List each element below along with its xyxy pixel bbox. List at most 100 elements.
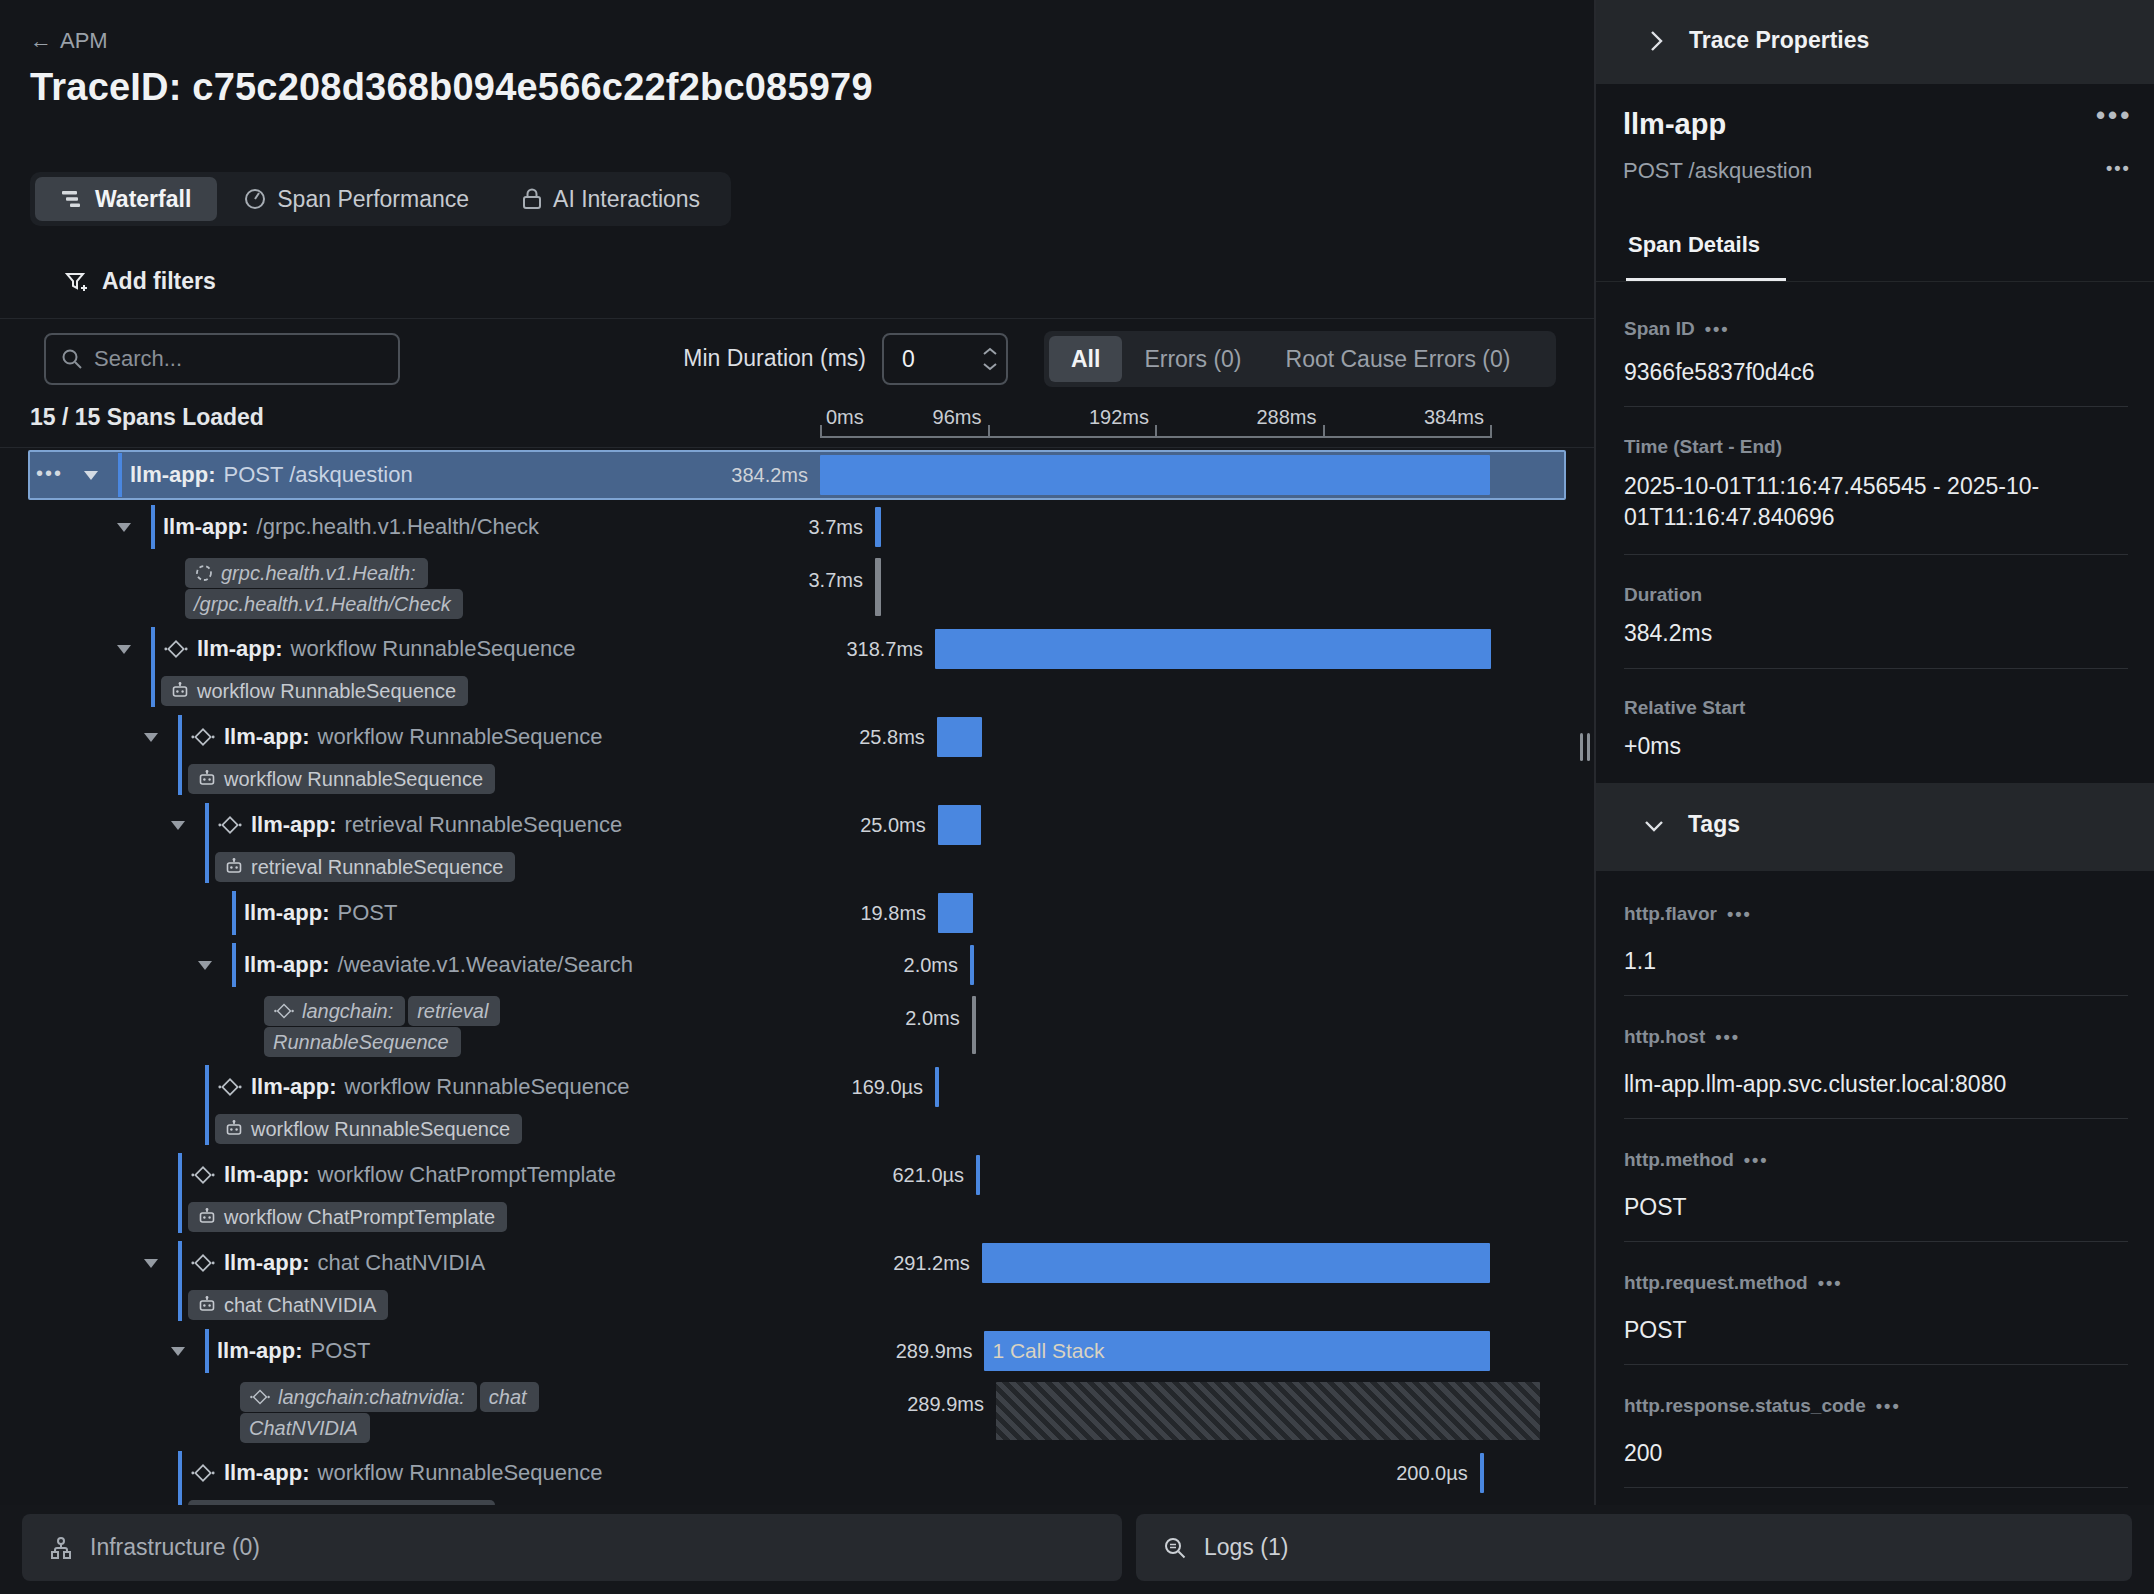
stepper[interactable] — [982, 347, 998, 371]
stepper-down-icon — [982, 362, 998, 371]
chip-label: langchain: — [302, 1000, 393, 1023]
span-bar[interactable] — [820, 455, 1490, 495]
operation-chip[interactable]: workflow RunnableSequence — [188, 764, 495, 794]
chip-label: ChatNVIDIA — [249, 1417, 358, 1440]
tab-waterfall[interactable]: Waterfall — [35, 177, 217, 221]
service-menu-icon[interactable]: ••• — [2096, 100, 2132, 131]
span-service: llm-app: — [224, 1162, 310, 1188]
chevron-down-icon[interactable] — [144, 1259, 158, 1268]
tag-menu-icon[interactable]: ••• — [1715, 1027, 1740, 1048]
span-bar[interactable] — [970, 945, 974, 985]
span-bar[interactable] — [972, 996, 976, 1054]
span-row-resource[interactable]: langchain:chatnvidia:chatChatNVIDIA289.9… — [0, 1378, 1594, 1447]
tag-menu-icon[interactable]: ••• — [1744, 1150, 1769, 1171]
tag-menu-icon[interactable]: ••• — [1876, 1396, 1901, 1417]
panel-resize-handle[interactable] — [1580, 733, 1590, 761]
span-bar[interactable] — [937, 717, 982, 757]
filter-root-cause-errors-0-[interactable]: Root Cause Errors (0) — [1264, 336, 1533, 382]
resource-chip[interactable]: RunnableSequence — [264, 1027, 461, 1057]
divider — [0, 447, 1594, 448]
chip-label: chat — [489, 1386, 527, 1409]
filter-errors-0-[interactable]: Errors (0) — [1122, 336, 1263, 382]
operation-chip[interactable]: workflow RunnableSequence — [161, 676, 468, 706]
collapse-panel-icon[interactable] — [1643, 28, 1669, 54]
back-link[interactable]: ← APM — [30, 28, 108, 54]
tab-span-performance[interactable]: Span Performance — [217, 177, 495, 221]
span-bar[interactable] — [935, 629, 1491, 669]
span-duration: 289.9ms — [896, 1326, 973, 1376]
span-bar[interactable] — [982, 1243, 1490, 1283]
span-row[interactable]: llm-app:workflow RunnableSequence318.7ms… — [0, 624, 1594, 711]
robot-icon — [224, 857, 244, 877]
divider — [1624, 668, 2128, 669]
chevron-down-icon[interactable] — [171, 821, 185, 830]
span-bar[interactable] — [1480, 1453, 1484, 1493]
tag-menu-icon[interactable]: ••• — [1727, 904, 1752, 925]
span-bar[interactable]: 1 Call Stack — [984, 1331, 1490, 1371]
add-filters-button[interactable]: Add filters — [64, 268, 216, 295]
span-row-resource[interactable]: langchain:retrievalRunnableSequence2.0ms — [0, 992, 1594, 1061]
search-input[interactable]: Search... — [44, 333, 400, 385]
span-bar[interactable] — [938, 893, 973, 933]
min-duration-input[interactable]: 0 — [882, 333, 1008, 385]
operation-chip[interactable]: chat ChatNVIDIA — [188, 1290, 388, 1320]
operation-chip[interactable]: retrieval RunnableSequence — [215, 852, 515, 882]
filter-all[interactable]: All — [1049, 336, 1122, 382]
chevron-down-icon[interactable] — [198, 961, 212, 970]
resource-name: POST /askquestion — [1623, 158, 1812, 184]
resource-chip[interactable]: /grpc.health.v1.Health/Check — [185, 589, 463, 619]
span-row[interactable]: llm-app:workflow ChatPromptTemplate621.0… — [0, 1150, 1594, 1237]
span-row[interactable]: llm-app:/grpc.health.v1.Health/Check3.7m… — [0, 502, 1594, 553]
resource-chip[interactable]: retrieval — [408, 996, 500, 1026]
span-bar[interactable] — [996, 1382, 1540, 1440]
stepper-up-icon — [982, 347, 998, 356]
span-row[interactable]: •••llm-app:POST /askquestion384.2ms — [0, 450, 1594, 501]
back-arrow-icon: ← — [30, 28, 52, 54]
span-row[interactable]: llm-app:POST289.9ms1 Call Stack — [0, 1326, 1594, 1377]
span-row[interactable]: llm-app:POST19.8ms — [0, 888, 1594, 939]
operation-chip[interactable]: workflow ChatPromptTemplate — [188, 1202, 507, 1232]
chevron-down-icon[interactable] — [144, 733, 158, 742]
span-row[interactable]: llm-app:workflow RunnableSequence169.0µs… — [0, 1062, 1594, 1149]
field-label: Duration — [1624, 584, 1702, 606]
span-name: workflow ChatPromptTemplate — [318, 1162, 616, 1188]
span-row[interactable]: llm-app:retrieval RunnableSequence25.0ms… — [0, 800, 1594, 887]
resource-chip[interactable]: ChatNVIDIA — [240, 1413, 370, 1443]
logs-button[interactable]: Logs (1) — [1136, 1514, 2132, 1581]
call-stack-badge[interactable]: 1 Call Stack — [984, 1331, 1490, 1371]
resource-chip[interactable]: langchain: — [264, 996, 405, 1026]
field-menu-icon[interactable]: ••• — [1705, 319, 1730, 340]
span-row[interactable]: llm-app:chat ChatNVIDIA291.2mschat ChatN… — [0, 1238, 1594, 1325]
operation-chip[interactable]: workflow RunnableSequence — [215, 1114, 522, 1144]
chip-label: /grpc.health.v1.Health/Check — [194, 593, 451, 616]
span-row-resource[interactable]: grpc.health.v1.Health: /grpc.health.v1.He… — [0, 554, 1594, 623]
span-bar[interactable] — [875, 507, 881, 547]
chevron-down-icon[interactable] — [171, 1347, 185, 1356]
span-bar[interactable] — [935, 1067, 939, 1107]
span-row[interactable]: llm-app:workflow RunnableSequence25.8msw… — [0, 712, 1594, 799]
resource-chip[interactable]: grpc.health.v1.Health: — [185, 558, 428, 588]
chevron-down-icon[interactable] — [117, 645, 131, 654]
span-row[interactable]: llm-app:workflow RunnableSequence200.0µs… — [0, 1448, 1594, 1505]
span-bar[interactable] — [875, 558, 881, 616]
tab-span-details[interactable]: Span Details — [1628, 232, 1760, 258]
robot-icon — [197, 1207, 217, 1227]
chevron-down-icon[interactable] — [84, 471, 98, 480]
resource-chip[interactable]: chat — [480, 1382, 539, 1412]
span-row[interactable]: llm-app:/weaviate.v1.Weaviate/Search2.0m… — [0, 940, 1594, 991]
tags-section-header[interactable]: Tags — [1596, 783, 2154, 871]
resource-chip[interactable]: langchain:chatnvidia: — [240, 1382, 477, 1412]
tab-ai-interactions[interactable]: AI Interactions — [495, 177, 726, 221]
span-service: llm-app: — [244, 952, 330, 978]
service-name: llm-app — [1623, 108, 1726, 141]
row-menu-icon[interactable]: ••• — [36, 462, 63, 485]
chevron-down-icon[interactable] — [117, 523, 131, 532]
field-label: Relative Start — [1624, 697, 1745, 719]
tag-menu-icon[interactable]: ••• — [1818, 1273, 1843, 1294]
resource-menu-icon[interactable]: ••• — [2106, 158, 2131, 179]
chip-label: workflow RunnableSequence — [224, 768, 483, 791]
span-bar[interactable] — [938, 805, 982, 845]
span-bar[interactable] — [976, 1155, 980, 1195]
infrastructure-button[interactable]: Infrastructure (0) — [22, 1514, 1122, 1581]
span-duration: 291.2ms — [893, 1238, 970, 1288]
